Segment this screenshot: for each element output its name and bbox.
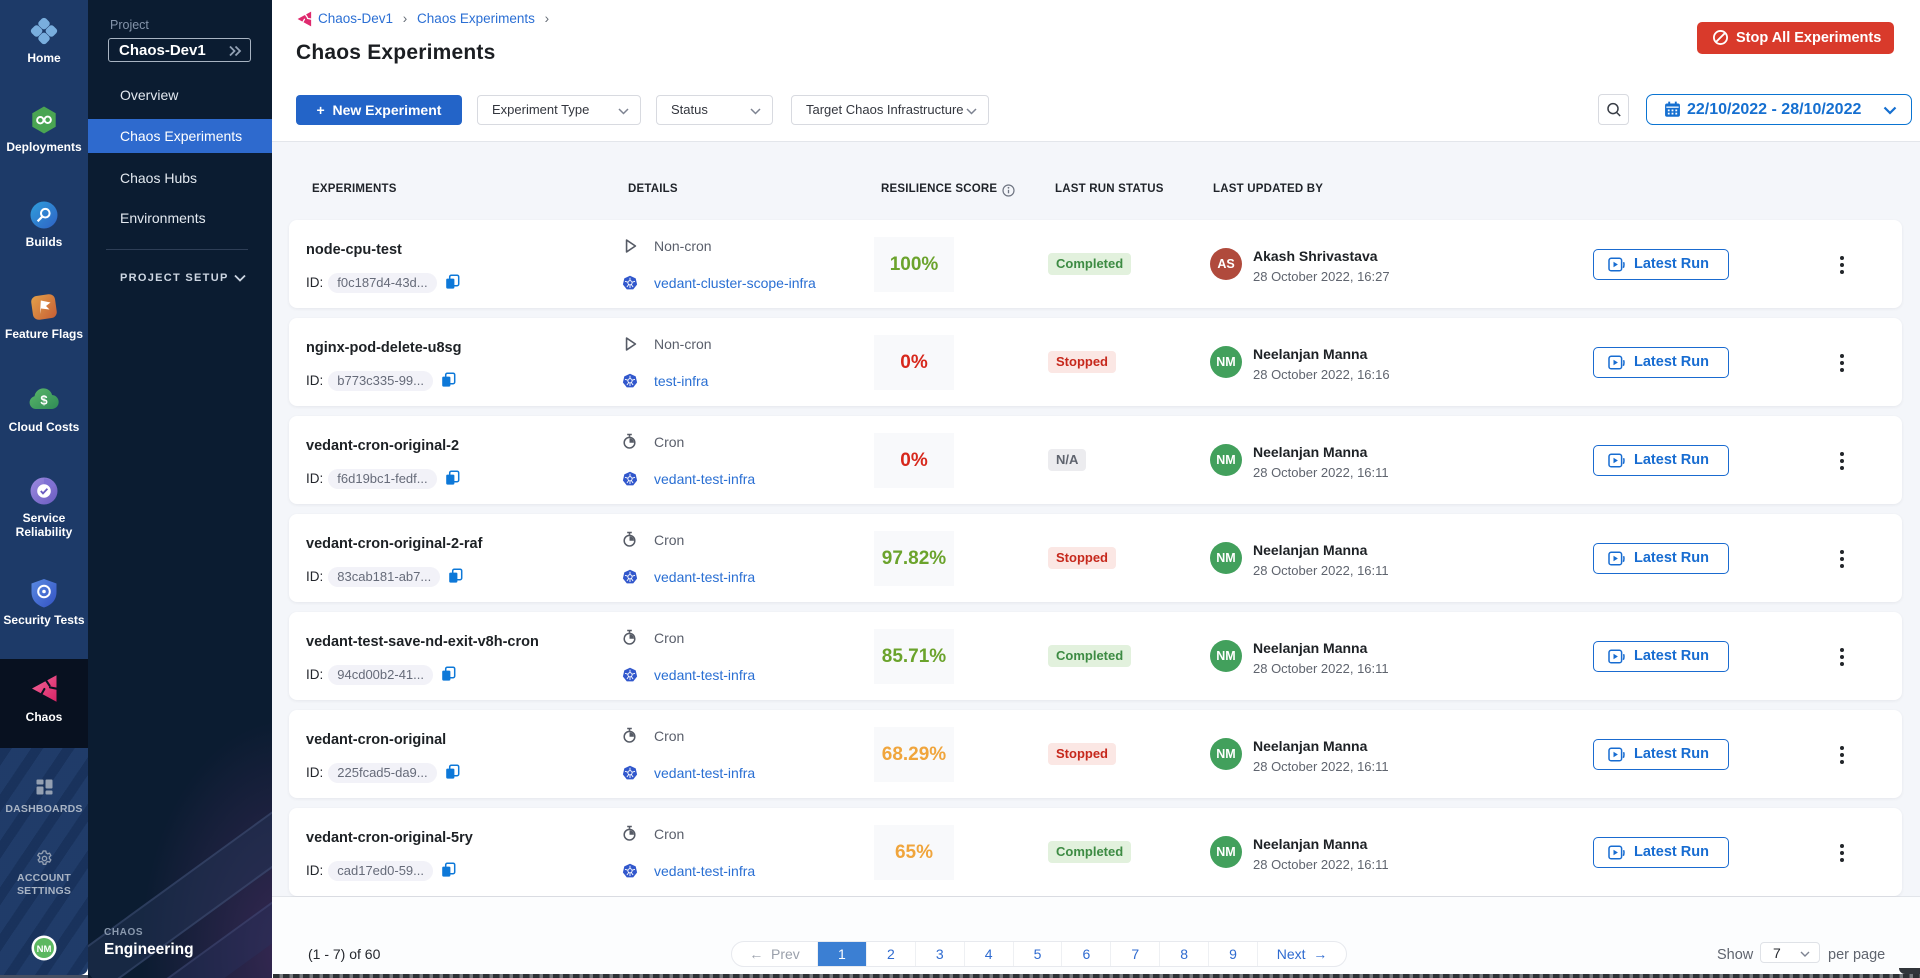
svg-text:$: $ xyxy=(40,393,48,408)
svg-text:NM: NM xyxy=(37,944,52,955)
